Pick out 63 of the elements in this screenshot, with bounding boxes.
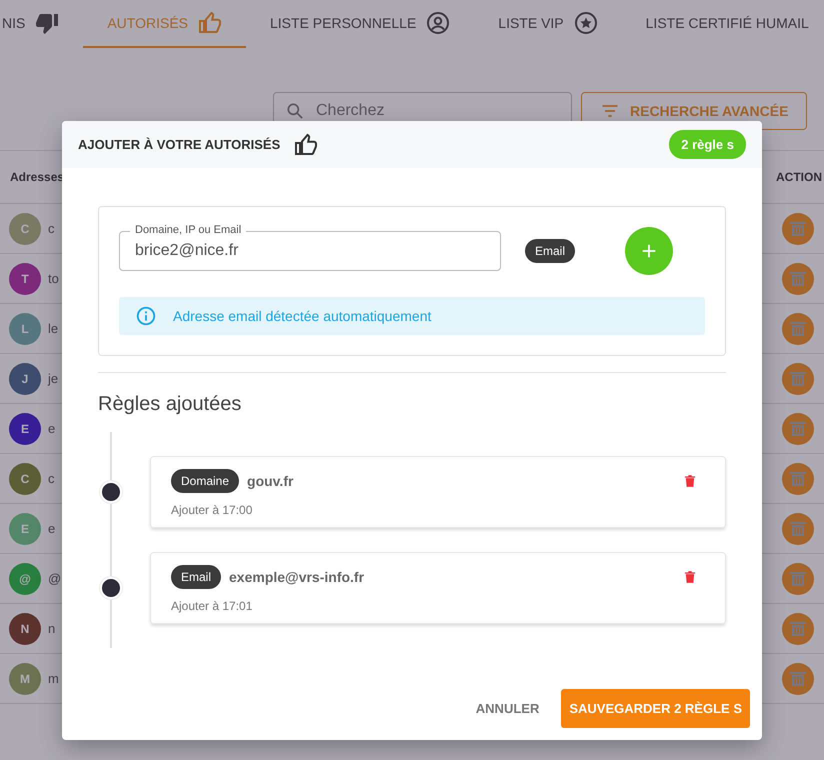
delete-icon[interactable] bbox=[685, 571, 695, 583]
address-text: @ bbox=[48, 571, 62, 586]
save-button[interactable]: SAUVEGARDER 2 RÈGLE S bbox=[561, 689, 750, 728]
star-circle-icon bbox=[574, 11, 598, 35]
delete-icon[interactable] bbox=[685, 475, 695, 487]
info-icon bbox=[135, 305, 157, 327]
dialog-title: AJOUTER À VOTRE AUTORISÉS bbox=[78, 137, 280, 152]
address-text: to bbox=[48, 271, 59, 286]
avatar: E bbox=[9, 412, 41, 444]
delete-icon[interactable] bbox=[782, 412, 814, 444]
list-tab[interactable]: NIS bbox=[0, 0, 84, 48]
type-chip: Domaine bbox=[171, 469, 240, 493]
person-circle-icon bbox=[426, 11, 450, 35]
delete-icon[interactable] bbox=[782, 262, 814, 294]
address-text: c bbox=[48, 221, 54, 236]
type-chip: Email bbox=[171, 565, 222, 589]
thumb-up-icon bbox=[198, 11, 222, 35]
list-tab[interactable]: LISTE CERTIFIÉ HUMAIL bbox=[622, 0, 824, 48]
address-text: le bbox=[48, 321, 58, 336]
avatar: L bbox=[9, 312, 41, 344]
rule-value: gouv.fr bbox=[247, 473, 294, 489]
delete-icon[interactable] bbox=[782, 312, 814, 344]
search-icon bbox=[285, 101, 305, 121]
rule-time: Ajouter à 17:01 bbox=[171, 599, 254, 613]
column-header: ACTION bbox=[776, 170, 822, 184]
list-tab[interactable]: LISTE PERSONNELLE bbox=[246, 0, 474, 48]
avatar: C bbox=[9, 212, 41, 244]
rule-time: Ajouter à 17:00 bbox=[171, 503, 254, 517]
cancel-button[interactable]: ANNULER bbox=[470, 700, 546, 717]
delete-icon[interactable] bbox=[782, 362, 814, 394]
address-text: e bbox=[48, 421, 56, 436]
thumb-up-icon bbox=[294, 132, 318, 156]
address-text: je bbox=[48, 371, 58, 386]
section-heading: Règles ajoutées bbox=[98, 393, 242, 416]
address-text: c bbox=[48, 471, 54, 486]
delete-icon[interactable] bbox=[782, 562, 814, 594]
delete-icon[interactable] bbox=[782, 512, 814, 544]
rule-value: exemple@vrs-info.fr bbox=[229, 569, 364, 585]
avatar: T bbox=[9, 262, 41, 294]
avatar: C bbox=[9, 462, 41, 494]
type-chip: Email bbox=[525, 239, 576, 263]
thumb-down-icon bbox=[35, 11, 60, 35]
address-text: n bbox=[48, 621, 56, 636]
timeline-dot bbox=[100, 481, 122, 503]
avatar: E bbox=[9, 512, 41, 544]
avatar: M bbox=[9, 662, 41, 694]
column-header: Adresses bbox=[10, 170, 64, 184]
avatar: J bbox=[9, 362, 41, 394]
info-text: Adresse email détectée automatiquement bbox=[173, 308, 432, 324]
delete-icon[interactable] bbox=[782, 212, 814, 244]
address-text: e bbox=[48, 521, 56, 536]
field-label: Domaine, IP ou Email bbox=[130, 224, 246, 237]
delete-icon[interactable] bbox=[782, 662, 814, 694]
delete-icon[interactable] bbox=[782, 462, 814, 494]
avatar: @ bbox=[9, 562, 41, 594]
list-tab[interactable]: LISTE VIP bbox=[474, 0, 622, 48]
timeline-dot bbox=[100, 577, 122, 599]
add-button[interactable] bbox=[625, 227, 674, 275]
avatar: N bbox=[9, 612, 41, 644]
address-text: m bbox=[48, 671, 59, 686]
plus-icon bbox=[640, 242, 658, 260]
rule-count-badge: 2 règle s bbox=[669, 130, 746, 159]
delete-icon[interactable] bbox=[782, 612, 814, 644]
